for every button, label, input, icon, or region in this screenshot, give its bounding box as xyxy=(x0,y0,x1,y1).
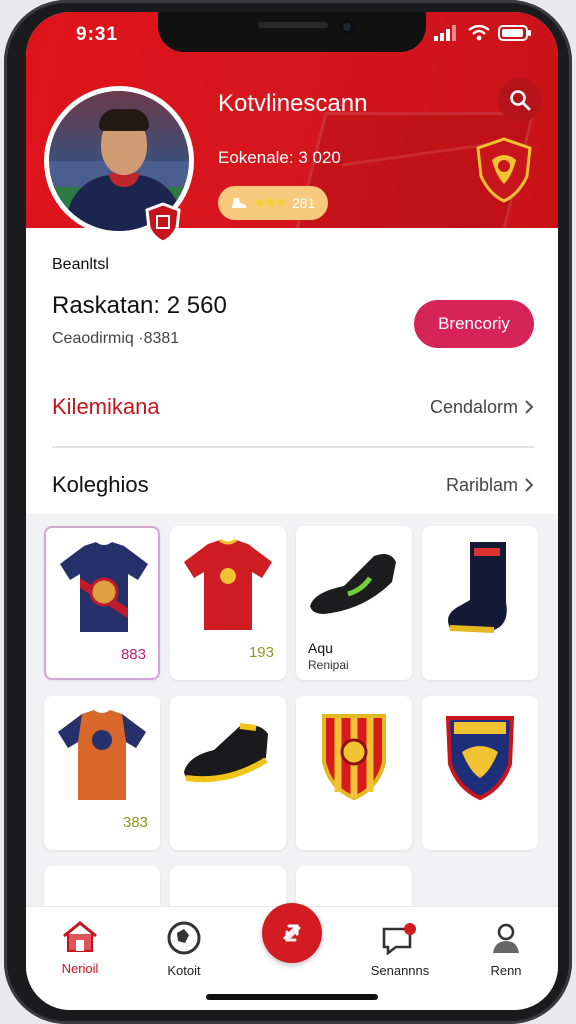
rating-pill: ★★★ 281 xyxy=(218,186,328,220)
section-label: Beanltsl xyxy=(52,256,109,273)
ranking-value: Raskatan: 2 560 xyxy=(52,292,227,319)
search-icon xyxy=(510,90,531,111)
row-kilemikana[interactable]: Kilemikana Cendalorm xyxy=(52,394,534,420)
tab-profile[interactable]: Renn xyxy=(466,921,546,978)
row-link-label: Cendalorm xyxy=(429,396,518,417)
rating-stars: ★★★ xyxy=(254,195,287,210)
product-card[interactable] xyxy=(296,866,412,906)
divider xyxy=(52,446,534,448)
product-card[interactable]: Aqu Renipai xyxy=(296,526,412,680)
club-crest-icon xyxy=(474,136,534,204)
row-link[interactable]: Rariblam xyxy=(446,475,534,496)
chevron-right-icon xyxy=(525,478,534,492)
status-time: 9:31 xyxy=(76,24,119,45)
chat-icon xyxy=(382,923,416,955)
user-icon xyxy=(493,923,519,953)
product-title: Aqu xyxy=(308,640,333,656)
product-price: 883 xyxy=(120,646,146,663)
product-card[interactable] xyxy=(422,696,538,850)
tab-chat[interactable]: Senannns xyxy=(360,921,440,978)
product-card[interactable] xyxy=(170,696,286,850)
tab-label: Nerioil xyxy=(61,961,99,976)
primary-action-button[interactable]: Brencoriy xyxy=(414,300,534,348)
club-badge-icon xyxy=(144,202,182,244)
tab-label: Senannns xyxy=(370,963,430,978)
phone-frame: 9:31 Kotvlinescann Eokenale: 3 020 ★★★ 2… xyxy=(4,0,572,1024)
status-bar: 9:31 xyxy=(26,12,558,56)
row-title: Koleghios xyxy=(52,472,149,497)
tab-home[interactable]: Nerioil xyxy=(40,921,120,976)
tab-label: Renn xyxy=(490,963,522,978)
info-panel: Beanltsl Raskatan: 2 560 Ceaodirmiq ·838… xyxy=(26,228,558,514)
chevron-right-icon xyxy=(525,400,534,414)
row-title: Kilemikana xyxy=(52,394,160,419)
product-price: 193 xyxy=(248,644,274,661)
search-button[interactable] xyxy=(498,78,542,122)
rating-value: 281 xyxy=(291,195,316,211)
row-koleghios[interactable]: Koleghios Rariblam xyxy=(52,472,534,498)
exchange-button[interactable] xyxy=(262,903,322,963)
app-screen: 9:31 Kotvlinescann Eokenale: 3 020 ★★★ 2… xyxy=(26,12,558,1010)
profile-subtitle: Eokenale: 3 020 xyxy=(218,148,341,167)
exchange-icon xyxy=(283,924,301,942)
product-card[interactable]: 883 xyxy=(44,526,160,680)
ranking-subtext: Ceaodirmiq ·8381 xyxy=(52,330,180,347)
tab-ball[interactable]: Kotoit xyxy=(144,921,224,978)
signal-icon xyxy=(434,25,460,46)
product-card[interactable] xyxy=(170,866,286,906)
boot-icon xyxy=(232,198,246,208)
wifi-icon xyxy=(468,24,490,46)
product-card[interactable] xyxy=(296,696,412,850)
tab-label: Kotoit xyxy=(167,963,201,978)
product-card[interactable] xyxy=(44,866,160,906)
battery-icon xyxy=(498,25,532,46)
product-subtitle: Renipai xyxy=(308,658,349,672)
row-link[interactable]: Cendalorm xyxy=(430,397,534,418)
home-indicator xyxy=(206,994,378,1000)
row-link-label: Rariblam xyxy=(445,474,518,495)
product-card[interactable]: 383 xyxy=(44,696,160,850)
product-card[interactable] xyxy=(422,526,538,680)
product-card[interactable]: 193 xyxy=(170,526,286,680)
product-price: 383 xyxy=(122,814,148,831)
home-icon xyxy=(63,921,97,952)
profile-name: Kotvlinescann xyxy=(218,90,368,117)
ball-icon xyxy=(167,921,201,955)
